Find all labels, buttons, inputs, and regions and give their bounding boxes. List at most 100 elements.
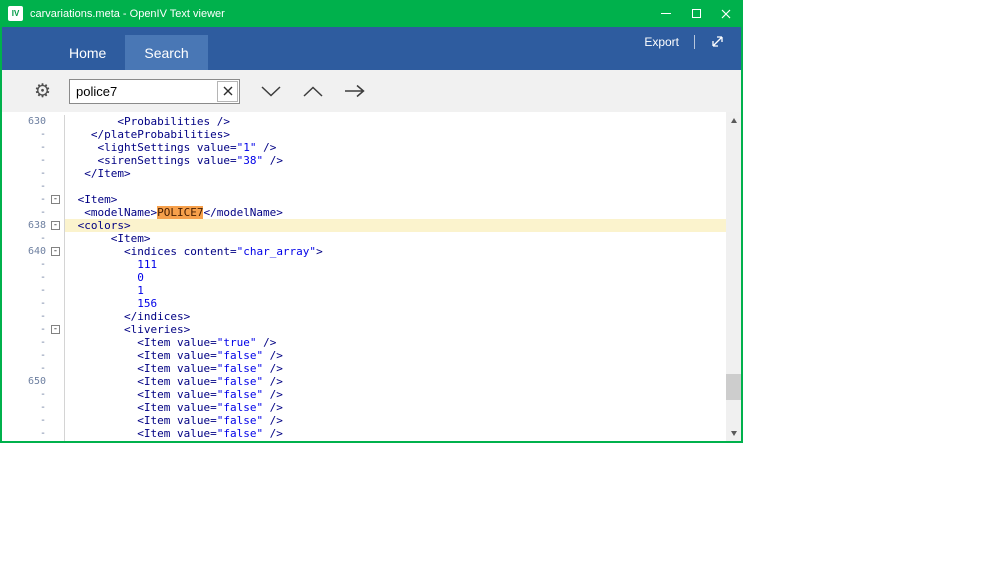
clear-icon [223, 86, 233, 96]
settings-gear-button[interactable]: ⚙ [34, 82, 51, 101]
code-text: 0 [64, 271, 726, 284]
search-field-wrapper [69, 79, 240, 104]
tab-search[interactable]: Search [125, 35, 207, 70]
fold-column [48, 440, 64, 441]
fold-column [48, 414, 64, 427]
search-input[interactable] [69, 79, 240, 104]
line-number: 638 [2, 219, 48, 232]
code-lines: 630 <Probabilities />- </plateProbabilit… [2, 112, 726, 441]
go-to-button[interactable] [338, 76, 372, 106]
maximize-icon [692, 9, 701, 18]
scroll-down-icon [731, 431, 737, 436]
fold-column [48, 336, 64, 349]
fold-toggle-icon[interactable]: - [51, 221, 60, 230]
code-text: <Item value="false" /> [64, 440, 726, 441]
code-line[interactable]: - <Item value="true" /> [2, 336, 726, 349]
code-text: <Item value="false" /> [64, 401, 726, 414]
fold-toggle-icon[interactable]: - [51, 247, 60, 256]
ribbon-tabs: Home Search [50, 35, 208, 70]
scrollbar-thumb[interactable] [726, 374, 741, 400]
close-button[interactable] [711, 0, 741, 27]
code-line[interactable]: - <Item value="false" /> [2, 414, 726, 427]
code-line[interactable]: - 1 [2, 284, 726, 297]
minimize-button[interactable] [651, 0, 681, 27]
line-number: - [2, 401, 48, 414]
fold-toggle-icon[interactable]: - [51, 195, 60, 204]
find-next-button[interactable] [254, 76, 288, 106]
clear-search-button[interactable] [217, 81, 238, 102]
code-line[interactable]: -- <liveries> [2, 323, 726, 336]
fold-column: - [48, 219, 64, 232]
code-line[interactable]: - <Item value="false" /> [2, 362, 726, 375]
vertical-scrollbar[interactable] [726, 112, 741, 441]
code-line[interactable]: - <Item value="false" /> [2, 427, 726, 440]
scroll-up-icon [731, 118, 737, 123]
maximize-button[interactable] [681, 0, 711, 27]
code-line[interactable]: - <Item> [2, 232, 726, 245]
fold-column [48, 284, 64, 297]
line-number: - [2, 427, 48, 440]
code-line[interactable]: 640- <indices content="char_array"> [2, 245, 726, 258]
code-text: 1 [64, 284, 726, 297]
line-number: - [2, 297, 48, 310]
export-button[interactable]: Export [644, 35, 679, 49]
fold-column: - [48, 245, 64, 258]
chevron-down-icon [260, 85, 282, 98]
line-number: - [2, 349, 48, 362]
line-number: - [2, 193, 48, 206]
code-line[interactable]: - <Item value="false" /> [2, 401, 726, 414]
code-line[interactable]: -- <Item> [2, 193, 726, 206]
code-line[interactable]: - </plateProbabilities> [2, 128, 726, 141]
titlebar: IV carvariations.meta - OpenIV Text view… [2, 0, 741, 27]
fold-toggle-icon[interactable]: - [51, 325, 60, 334]
line-number: - [2, 232, 48, 245]
code-line[interactable]: 638- <colors> [2, 219, 726, 232]
expand-icon [710, 34, 725, 49]
code-text: <Item value="true" /> [64, 336, 726, 349]
code-line[interactable]: - </Item> [2, 167, 726, 180]
code-line[interactable]: - <lightSettings value="1" /> [2, 141, 726, 154]
arrow-right-icon [343, 84, 367, 98]
code-text: 111 [64, 258, 726, 271]
tab-home[interactable]: Home [50, 35, 125, 70]
chevron-up-icon [302, 85, 324, 98]
fold-column [48, 375, 64, 388]
fold-column: - [48, 193, 64, 206]
code-line[interactable]: - <modelName>POLICE7</modelName> [2, 206, 726, 219]
line-number: - [2, 154, 48, 167]
line-number: - [2, 414, 48, 427]
code-line[interactable]: - </indices> [2, 310, 726, 323]
fold-column [48, 232, 64, 245]
fold-column [48, 297, 64, 310]
code-line[interactable]: 650 <Item value="false" /> [2, 375, 726, 388]
fold-column [48, 141, 64, 154]
code-line[interactable]: 630 <Probabilities /> [2, 115, 726, 128]
code-line[interactable]: - <sirenSettings value="38" /> [2, 154, 726, 167]
window-title: carvariations.meta - OpenIV Text viewer [30, 8, 225, 20]
code-text: <Item> [64, 193, 726, 206]
code-line[interactable]: - 0 [2, 271, 726, 284]
fold-column [48, 362, 64, 375]
ribbon-right-actions: Export [644, 34, 725, 49]
fold-column [48, 388, 64, 401]
expand-button[interactable] [710, 34, 725, 49]
code-line[interactable]: - 111 [2, 258, 726, 271]
close-icon [721, 9, 731, 19]
scroll-up-button[interactable] [726, 112, 741, 128]
code-line[interactable]: - <Item value="false" /> [2, 440, 726, 441]
code-text: <Item value="false" /> [64, 362, 726, 375]
line-number: - [2, 258, 48, 271]
line-number: - [2, 336, 48, 349]
fold-column [48, 128, 64, 141]
line-number: - [2, 323, 48, 336]
ribbon-separator [694, 35, 695, 49]
code-line[interactable]: - <Item value="false" /> [2, 349, 726, 362]
find-previous-button[interactable] [296, 76, 330, 106]
code-line[interactable]: - 156 [2, 297, 726, 310]
scroll-down-button[interactable] [726, 425, 741, 441]
code-line[interactable]: - <Item value="false" /> [2, 388, 726, 401]
code-text: <lightSettings value="1" /> [64, 141, 726, 154]
code-text: </indices> [64, 310, 726, 323]
code-text: <Probabilities /> [64, 115, 726, 128]
code-line[interactable]: - [2, 180, 726, 193]
